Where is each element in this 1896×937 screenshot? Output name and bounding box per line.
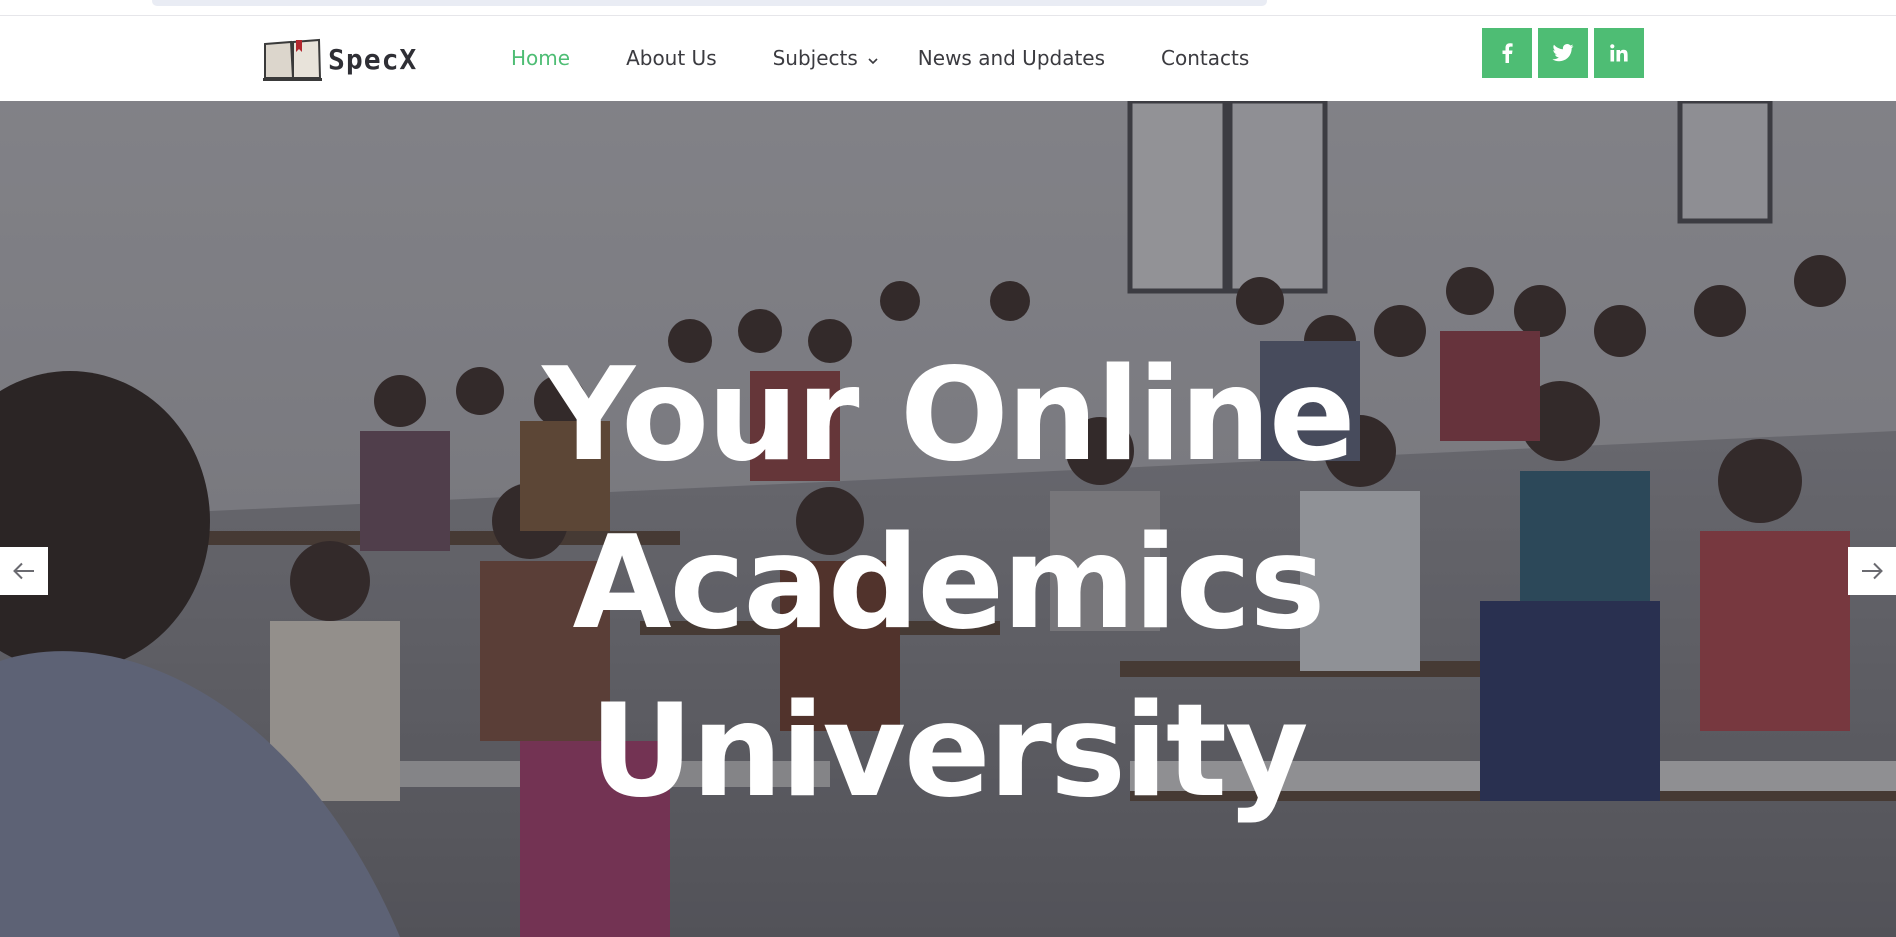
site-logo[interactable]: SpecX [262, 36, 432, 82]
slider-prev-button[interactable] [0, 547, 48, 595]
twitter-button[interactable] [1538, 28, 1588, 78]
social-links [1482, 28, 1650, 78]
logo-text: SpecX [328, 42, 418, 76]
nav-item-label: News and Updates [917, 46, 1106, 70]
nav-item-home[interactable]: Home [511, 46, 570, 70]
site-header: SpecX Home About Us Subjects News and Up… [0, 16, 1896, 100]
browser-top-strip [0, 0, 1896, 16]
twitter-icon [1552, 44, 1574, 62]
chevron-down-icon [868, 46, 878, 70]
facebook-button[interactable] [1482, 28, 1532, 78]
nav-item-label: Contacts [1161, 46, 1250, 70]
nav-item-label: Home [511, 46, 571, 70]
nav-item-label: Subjects [772, 46, 858, 70]
book-logo-icon [263, 38, 322, 81]
hero-title-line-2: Academics [572, 509, 1325, 658]
hero-title-line-1: Your Online [542, 341, 1355, 490]
hero-title-line-3: University [589, 677, 1309, 826]
facebook-icon [1502, 43, 1513, 63]
linkedin-button[interactable] [1594, 28, 1644, 78]
slider-next-button[interactable] [1848, 547, 1896, 595]
nav-item-contacts[interactable]: Contacts [1161, 46, 1249, 70]
main-nav: Home About Us Subjects News and Updates … [511, 16, 1305, 100]
nav-item-about-us[interactable]: About Us [626, 46, 717, 70]
linkedin-icon [1610, 44, 1628, 62]
nav-item-subjects[interactable]: Subjects [772, 46, 878, 70]
arrow-left-icon [13, 562, 34, 580]
nav-item-news-and-updates[interactable]: News and Updates [918, 46, 1105, 70]
arrow-right-icon [1862, 562, 1883, 580]
nav-item-label: About Us [626, 46, 717, 70]
address-bar-remnant [152, 0, 1267, 6]
hero-slider: Your Online Academics University [0, 101, 1896, 937]
hero-title: Your Online Academics University [448, 332, 1448, 836]
